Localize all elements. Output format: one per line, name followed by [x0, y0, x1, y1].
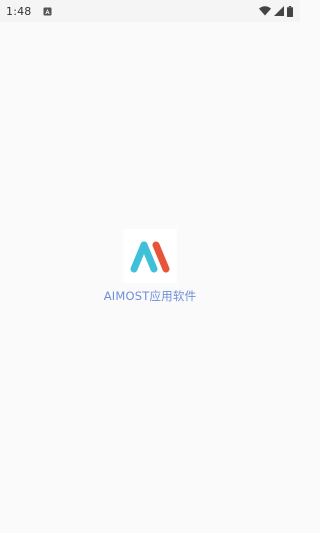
cellular-signal-icon: [274, 6, 284, 16]
aimost-logo-icon: [123, 229, 177, 283]
battery-icon: [287, 5, 293, 17]
splash-content: AIMOST应用软件: [0, 22, 300, 533]
splash-screen: 1:48 AIMOST应用软件: [0, 0, 300, 533]
a-notification-icon: [43, 7, 52, 16]
status-bar-right: [259, 5, 293, 17]
wifi-icon: [259, 6, 271, 16]
status-bar: 1:48: [0, 0, 300, 22]
status-time: 1:48: [6, 4, 32, 18]
status-bar-left: 1:48: [6, 5, 52, 18]
app-name: AIMOST应用软件: [103, 289, 197, 303]
